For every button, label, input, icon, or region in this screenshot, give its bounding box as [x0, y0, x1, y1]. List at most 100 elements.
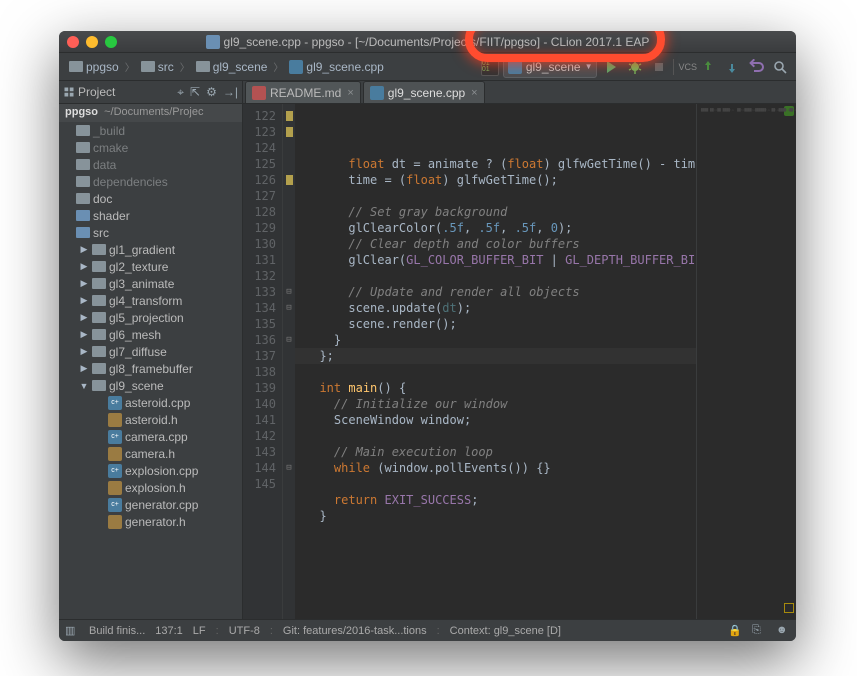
- run-config-combo[interactable]: gl9_scene ▼: [503, 56, 598, 78]
- code-editor[interactable]: float dt = animate ? (float) glfwGetTime…: [295, 104, 696, 619]
- disclosure-arrow[interactable]: ▶: [79, 244, 89, 255]
- code-line[interactable]: }: [305, 332, 696, 348]
- code-line[interactable]: [305, 476, 696, 492]
- project-tree[interactable]: _buildcmakedatadependenciesdocshadersrc▶…: [59, 122, 242, 619]
- tree-node[interactable]: c+explosion.cpp: [59, 462, 242, 479]
- code-line[interactable]: // Initialize our window: [305, 396, 696, 412]
- vcs-commit-button[interactable]: [722, 57, 742, 77]
- project-root-row[interactable]: ppgso ~/Documents/Projec: [59, 104, 242, 122]
- code-line[interactable]: [305, 428, 696, 444]
- tree-node[interactable]: ▶gl8_framebuffer: [59, 360, 242, 377]
- tree-node[interactable]: ▶gl6_mesh: [59, 326, 242, 343]
- code-line[interactable]: glClear(GL_COLOR_BUFFER_BIT | GL_DEPTH_B…: [305, 252, 696, 268]
- main-toolbar: ppgso〉src〉gl9_scene〉gl9_scene.cpp 01 01 …: [59, 53, 796, 81]
- disclosure-arrow[interactable]: ▶: [79, 278, 89, 289]
- maximize-window-button[interactable]: [105, 36, 117, 48]
- tree-node[interactable]: _build: [59, 122, 242, 139]
- code-line[interactable]: time = (float) glfwGetTime();: [305, 172, 696, 188]
- disclosure-arrow[interactable]: ▶: [79, 329, 89, 340]
- code-line[interactable]: SceneWindow window;: [305, 412, 696, 428]
- status-git-branch[interactable]: Git: features/2016-task...tions: [283, 625, 427, 637]
- tree-node[interactable]: ▼gl9_scene: [59, 377, 242, 394]
- minimap[interactable]: ████ ██\n██ ████\n ██\n████\n██████\n ██…: [696, 104, 796, 619]
- status-context[interactable]: Context: gl9_scene [D]: [450, 625, 561, 637]
- line-number-gutter[interactable]: 1221231241251261271281291301311321331341…: [243, 104, 283, 619]
- build-status-badge[interactable]: 01 01: [481, 58, 499, 76]
- gear-icon[interactable]: ⚙: [206, 85, 217, 100]
- editor-tab[interactable]: gl9_scene.cpp×: [363, 81, 485, 103]
- close-tab-icon[interactable]: ×: [471, 87, 477, 99]
- inspection-warning-icon[interactable]: [784, 603, 794, 613]
- tree-node[interactable]: ▶gl4_transform: [59, 292, 242, 309]
- code-line[interactable]: }: [305, 508, 696, 524]
- project-tool-title[interactable]: Project: [63, 85, 115, 99]
- hide-tool-icon[interactable]: →|: [223, 85, 238, 100]
- vcs-update-button[interactable]: [698, 57, 718, 77]
- gutter-marks[interactable]: ⊟⊟⊟⊟: [283, 104, 295, 619]
- minimize-window-button[interactable]: [86, 36, 98, 48]
- lock-icon[interactable]: 🔒: [728, 624, 742, 638]
- code-line[interactable]: // Main execution loop: [305, 444, 696, 460]
- code-line[interactable]: while (window.pollEvents()) {}: [305, 460, 696, 476]
- tree-node[interactable]: ▶gl1_gradient: [59, 241, 242, 258]
- status-position[interactable]: 137:1: [155, 625, 183, 637]
- code-line[interactable]: [305, 364, 696, 380]
- code-line[interactable]: // Update and render all objects: [305, 284, 696, 300]
- code-line[interactable]: return EXIT_SUCCESS;: [305, 492, 696, 508]
- disclosure-arrow[interactable]: ▶: [79, 346, 89, 357]
- tree-node[interactable]: camera.h: [59, 445, 242, 462]
- status-build[interactable]: Build finis...: [89, 625, 145, 637]
- code-line[interactable]: float dt = animate ? (float) glfwGetTime…: [305, 156, 696, 172]
- tree-node[interactable]: asteroid.h: [59, 411, 242, 428]
- close-tab-icon[interactable]: ×: [347, 87, 353, 99]
- disclosure-arrow[interactable]: ▼: [79, 381, 89, 391]
- tree-node[interactable]: c+generator.cpp: [59, 496, 242, 513]
- tree-node[interactable]: c+camera.cpp: [59, 428, 242, 445]
- tree-node[interactable]: shader: [59, 207, 242, 224]
- tree-node[interactable]: c+asteroid.cpp: [59, 394, 242, 411]
- code-line[interactable]: scene.update(dt);: [305, 300, 696, 316]
- breadcrumb-item[interactable]: src: [137, 58, 178, 76]
- code-line[interactable]: scene.render();: [305, 316, 696, 332]
- search-button[interactable]: [770, 57, 790, 77]
- breadcrumb-item[interactable]: gl9_scene.cpp: [285, 58, 387, 76]
- code-line[interactable]: int main() {: [305, 380, 696, 396]
- tree-node[interactable]: src: [59, 224, 242, 241]
- collapse-all-icon[interactable]: ⇱: [190, 85, 200, 100]
- tree-node[interactable]: data: [59, 156, 242, 173]
- stop-button[interactable]: [649, 57, 669, 77]
- tree-node[interactable]: doc: [59, 190, 242, 207]
- code-line[interactable]: };: [305, 348, 696, 364]
- tree-node[interactable]: explosion.h: [59, 479, 242, 496]
- tree-node[interactable]: ▶gl3_animate: [59, 275, 242, 292]
- inspector-icon[interactable]: ☻: [776, 624, 790, 638]
- tree-node[interactable]: cmake: [59, 139, 242, 156]
- code-line[interactable]: [305, 188, 696, 204]
- disclosure-arrow[interactable]: ▶: [79, 312, 89, 323]
- run-button[interactable]: [601, 57, 621, 77]
- tree-node[interactable]: ▶gl7_diffuse: [59, 343, 242, 360]
- status-encoding[interactable]: UTF-8: [229, 625, 260, 637]
- tree-node[interactable]: ▶gl5_projection: [59, 309, 242, 326]
- breadcrumb-item[interactable]: gl9_scene: [192, 58, 272, 76]
- disclosure-arrow[interactable]: ▶: [79, 261, 89, 272]
- tree-node[interactable]: dependencies: [59, 173, 242, 190]
- disclosure-arrow[interactable]: ▶: [79, 295, 89, 306]
- tree-node[interactable]: ▶gl2_texture: [59, 258, 242, 275]
- scroll-from-source-icon[interactable]: ⌖: [177, 85, 184, 100]
- undo-button[interactable]: [746, 57, 766, 77]
- code-line[interactable]: [305, 524, 696, 540]
- debug-button[interactable]: [625, 57, 645, 77]
- disclosure-arrow[interactable]: ▶: [79, 363, 89, 374]
- code-line[interactable]: // Set gray background: [305, 204, 696, 220]
- status-line-sep[interactable]: LF: [193, 625, 206, 637]
- editor-tab[interactable]: README.md×: [245, 81, 361, 103]
- tree-node[interactable]: generator.h: [59, 513, 242, 530]
- breadcrumb-item[interactable]: ppgso: [65, 58, 123, 76]
- code-line[interactable]: glClearColor(.5f, .5f, .5f, 0);: [305, 220, 696, 236]
- code-line[interactable]: // Clear depth and color buffers: [305, 236, 696, 252]
- code-line[interactable]: [305, 268, 696, 284]
- tool-window-toggle-icon[interactable]: ▥: [65, 624, 79, 638]
- close-window-button[interactable]: [67, 36, 79, 48]
- goto-line-icon[interactable]: ⎘: [752, 624, 766, 638]
